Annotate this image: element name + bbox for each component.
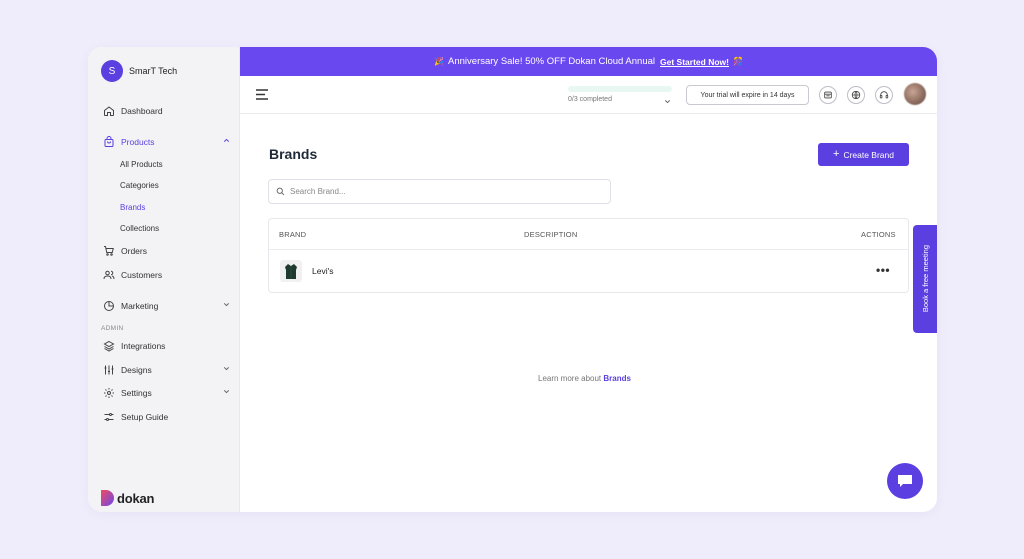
confetti-icon: 🎊 xyxy=(732,57,743,66)
sidebar-item-marketing[interactable]: Marketing xyxy=(103,298,231,314)
get-started-link[interactable]: Get Started Now! xyxy=(660,57,729,67)
chevron-down-icon[interactable] xyxy=(222,387,231,396)
shopping-bag-icon xyxy=(103,136,115,148)
jacket-image xyxy=(285,263,297,279)
sidebar-item-label: Settings xyxy=(121,388,152,398)
app-window: S SmarT Tech Dashboard Products All Prod… xyxy=(88,47,937,512)
store-icon xyxy=(824,91,832,99)
sidebar-subitem-collections[interactable]: Collections xyxy=(120,224,159,233)
page-title: Brands xyxy=(269,146,318,162)
sidebar-item-label: Customers xyxy=(121,270,163,280)
chat-bubble-icon xyxy=(898,475,912,487)
progress-track xyxy=(568,86,672,92)
pie-chart-icon xyxy=(103,300,115,312)
column-header-actions: ACTIONS xyxy=(861,230,896,239)
sidebar-item-label: Setup Guide xyxy=(121,412,169,422)
learn-more-link[interactable]: Brands xyxy=(603,374,631,383)
search-icon xyxy=(276,187,285,196)
brand-search[interactable] xyxy=(268,179,611,204)
layers-icon xyxy=(103,340,115,352)
learn-more-text: Learn more about xyxy=(538,374,602,383)
chat-button[interactable] xyxy=(887,463,923,499)
sidebar-item-products[interactable]: Products xyxy=(103,134,231,150)
dokan-logo-icon xyxy=(101,490,114,506)
chevron-down-icon[interactable] xyxy=(663,97,672,106)
create-brand-label: Create Brand xyxy=(843,149,894,160)
sidebar-item-label: Designs xyxy=(121,365,152,375)
language-button[interactable] xyxy=(847,86,865,104)
setup-progress[interactable]: 0/3 completed xyxy=(568,86,672,103)
admin-section-label: ADMIN xyxy=(101,325,124,332)
users-icon xyxy=(103,269,115,281)
settings-sliders-icon xyxy=(103,411,115,423)
sidebar-item-designs[interactable]: Designs xyxy=(103,362,231,378)
chevron-down-icon[interactable] xyxy=(222,300,231,309)
table-row[interactable]: Levi's ••• xyxy=(269,250,908,293)
plus-icon: + xyxy=(833,148,840,160)
store-avatar: S xyxy=(101,60,123,82)
sidebar-item-orders[interactable]: Orders xyxy=(103,243,231,259)
menu-toggle-icon[interactable] xyxy=(256,89,268,100)
store-name: SmarT Tech xyxy=(129,66,178,76)
sliders-icon xyxy=(103,364,115,376)
learn-more: Learn more about Brands xyxy=(538,374,631,383)
support-button[interactable] xyxy=(875,86,893,104)
create-brand-button[interactable]: + Create Brand xyxy=(818,143,909,166)
table-header: BRAND DESCRIPTION ACTIONS xyxy=(269,219,908,250)
book-meeting-label: Book a free meeting xyxy=(920,245,930,313)
sidebar-subitem-categories[interactable]: Categories xyxy=(120,181,159,190)
logo-text: dokan xyxy=(117,490,155,506)
sidebar-item-label: Orders xyxy=(121,246,147,256)
sidebar-item-label: Dashboard xyxy=(121,106,163,116)
topbar: 0/3 completed Your trial will expire in … xyxy=(240,76,937,114)
promo-text: Anniversary Sale! 50% OFF Dokan Cloud An… xyxy=(448,56,656,67)
column-header-description: DESCRIPTION xyxy=(524,230,578,239)
sidebar-item-label: Products xyxy=(121,137,155,147)
brand-thumbnail xyxy=(280,260,302,282)
party-popper-icon: 🎉 xyxy=(434,57,445,66)
sidebar-item-label: Marketing xyxy=(121,301,159,311)
chevron-up-icon[interactable] xyxy=(222,136,231,145)
main-content: Brands + Create Brand BRAND DESCRIPTION … xyxy=(240,114,937,512)
cart-icon xyxy=(103,245,115,257)
chevron-down-icon[interactable] xyxy=(222,364,231,373)
user-avatar[interactable] xyxy=(904,83,926,105)
gear-icon xyxy=(103,387,115,399)
sidebar-item-dashboard[interactable]: Dashboard xyxy=(103,103,231,119)
column-header-brand: BRAND xyxy=(279,230,307,239)
sidebar: S SmarT Tech Dashboard Products All Prod… xyxy=(88,47,240,512)
sidebar-item-settings[interactable]: Settings xyxy=(103,385,231,401)
sidebar-item-setup-guide[interactable]: Setup Guide xyxy=(103,409,231,425)
promo-banner: 🎉 Anniversary Sale! 50% OFF Dokan Cloud … xyxy=(240,47,937,76)
trial-notice[interactable]: Your trial will expire in 14 days xyxy=(686,85,809,105)
search-input[interactable] xyxy=(290,187,590,196)
sidebar-item-integrations[interactable]: Integrations xyxy=(103,338,231,354)
more-actions-icon[interactable]: ••• xyxy=(876,263,890,277)
globe-icon xyxy=(851,90,861,100)
brands-table: BRAND DESCRIPTION ACTIONS Levi's ••• xyxy=(268,218,909,293)
sidebar-subitem-all-products[interactable]: All Products xyxy=(120,160,163,169)
brand-name[interactable]: Levi's xyxy=(312,266,333,276)
sidebar-item-label: Integrations xyxy=(121,341,166,351)
store-switcher[interactable]: S SmarT Tech xyxy=(101,60,177,82)
store-front-button[interactable] xyxy=(819,86,837,104)
dokan-logo: dokan xyxy=(101,490,154,506)
home-icon xyxy=(103,105,115,117)
book-meeting-tab[interactable]: Book a free meeting xyxy=(913,225,937,333)
progress-text: 0/3 completed xyxy=(568,96,612,103)
sidebar-subitem-brands[interactable]: Brands xyxy=(120,203,145,212)
sidebar-item-customers[interactable]: Customers xyxy=(103,267,231,283)
headset-icon xyxy=(879,91,889,99)
